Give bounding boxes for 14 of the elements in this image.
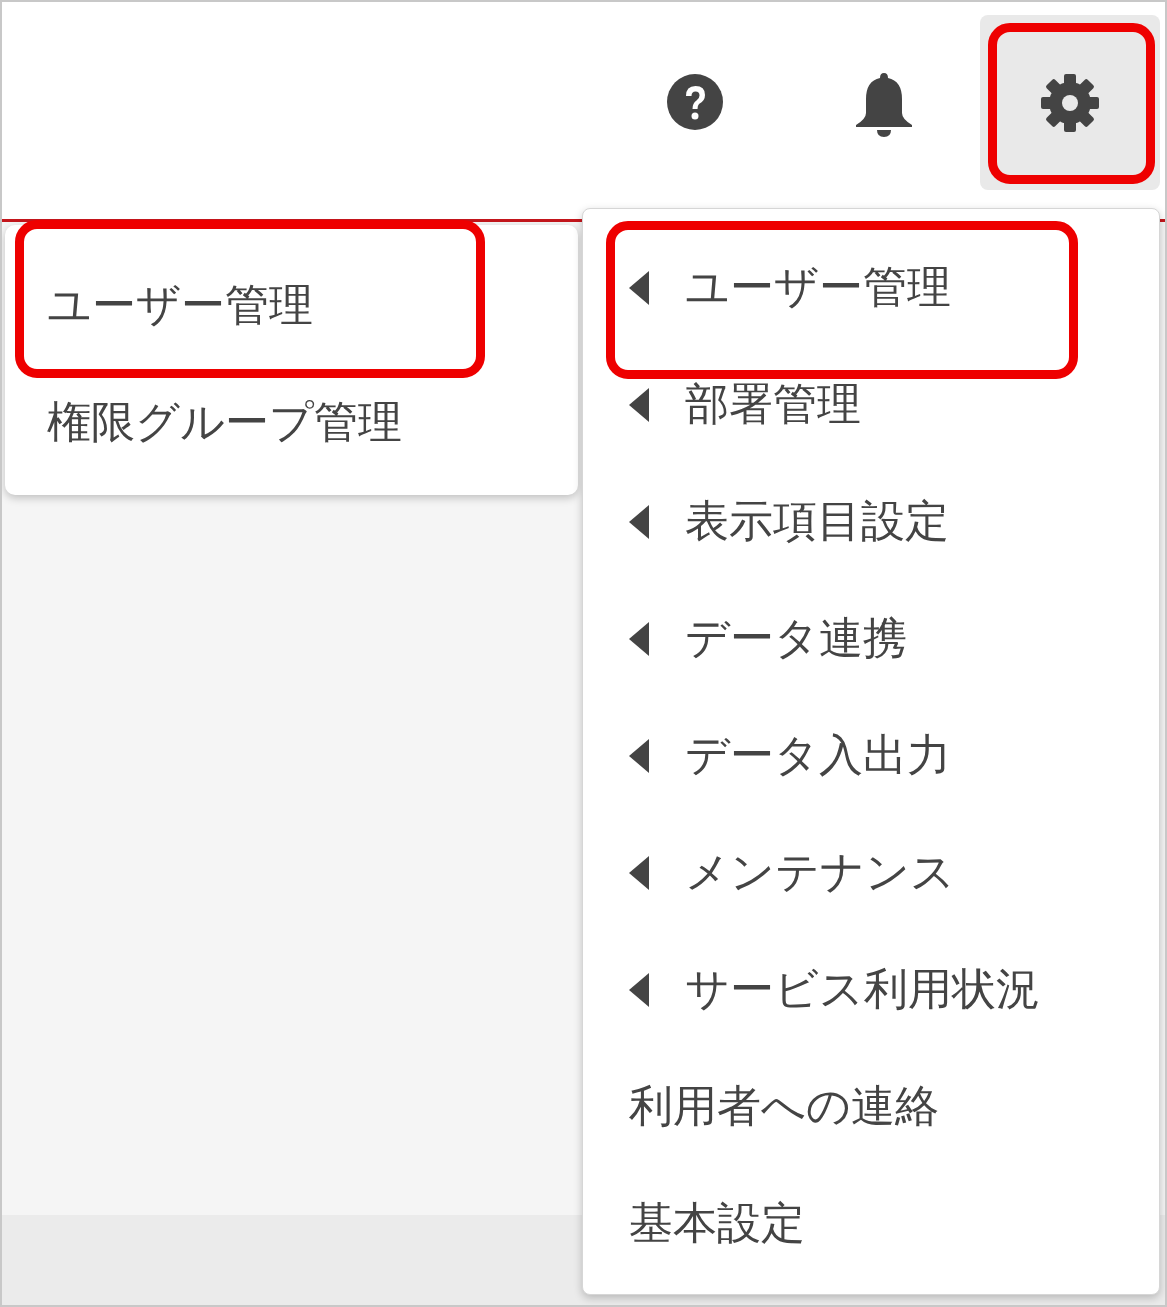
menu-item[interactable]: 利用者への連絡	[583, 1048, 1159, 1165]
menu-item[interactable]: 部署管理	[583, 346, 1159, 463]
settings-icon	[1040, 72, 1100, 133]
menu-item[interactable]: データ連携	[583, 580, 1159, 697]
menu-item[interactable]: サービス利用状況	[583, 931, 1159, 1048]
menu-item[interactable]: 基本設定	[583, 1165, 1159, 1282]
bell-icon[interactable]	[854, 71, 914, 137]
menu-item[interactable]: ユーザー管理	[583, 229, 1159, 346]
submenu-item[interactable]: 権限グループ管理	[5, 364, 578, 481]
help-icon[interactable]	[666, 73, 724, 131]
menu-item[interactable]: データ入出力	[583, 697, 1159, 814]
submenu-item[interactable]: ユーザー管理	[5, 247, 578, 364]
menu-item[interactable]: 表示項目設定	[583, 463, 1159, 580]
menu-item[interactable]: メンテナンス	[583, 814, 1159, 931]
